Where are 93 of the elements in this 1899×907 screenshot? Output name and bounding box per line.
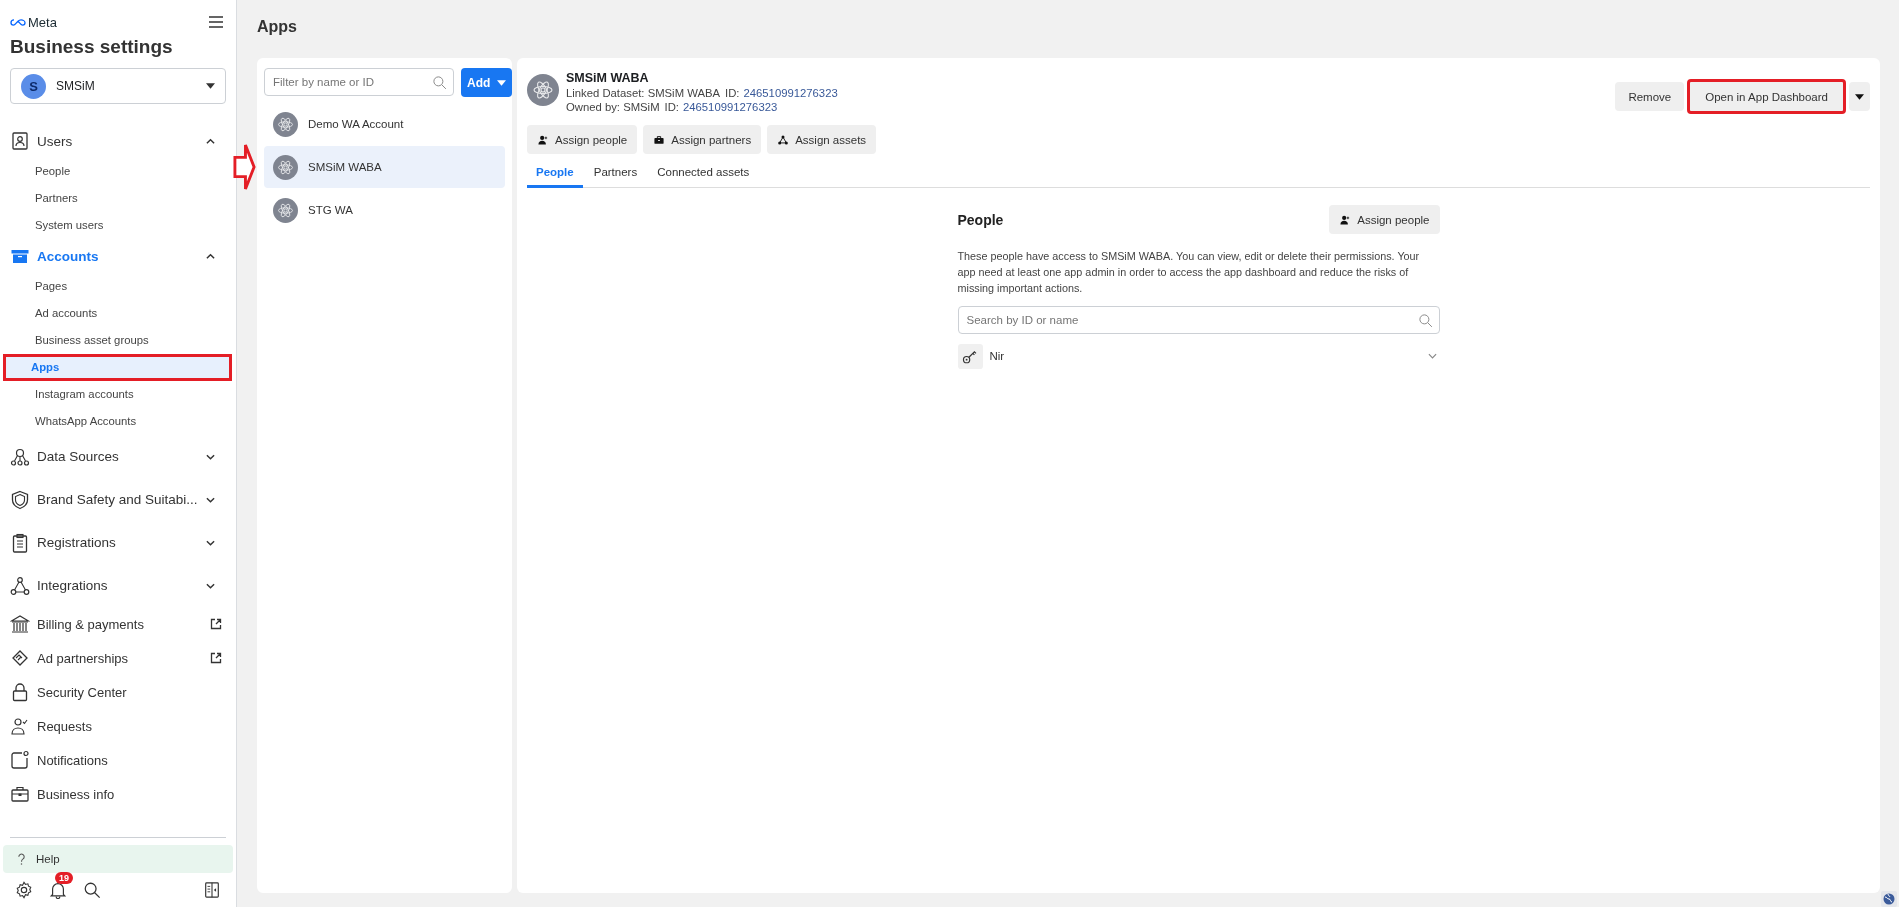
app-list-item[interactable]: STG WA [264,189,505,231]
filter-field[interactable]: Filter by name or ID [264,68,454,96]
page-title: Apps [257,18,298,37]
integrations-icon [10,575,30,596]
data-icon [10,446,30,467]
sidebar-item[interactable]: WhatsApp Accounts [7,408,229,435]
app-list-item[interactable]: Demo WA Account [264,103,505,145]
sidebar-item[interactable]: People [7,158,229,185]
open-dashboard-button[interactable]: Open in App Dashboard [1687,79,1846,114]
atom-icon [273,154,298,180]
help-button[interactable]: Help [3,845,233,873]
person-icon [1340,214,1351,225]
meta-logo[interactable]: Meta [10,14,57,30]
sidebar-item[interactable]: Apps [3,354,232,381]
assets-icon [778,134,789,145]
id-link[interactable]: 246510991276323 [743,87,838,99]
section-title: People [957,211,1004,228]
briefcase-icon [10,784,30,804]
infinity-logo-icon [10,17,26,27]
question-mark-icon [17,852,26,866]
panel-toggle-icon[interactable] [203,881,221,899]
sidebar-item[interactable]: Notifications [7,743,229,777]
sidebar-item[interactable]: Pages [7,273,229,300]
remove-button[interactable]: Remove [1615,82,1685,111]
search-icon [432,75,447,90]
caret-icon [1855,93,1864,100]
assign-people-button[interactable]: Assign people [1329,205,1440,234]
sidebar-item[interactable]: Business asset groups [7,327,229,354]
description-text: These people have access to SMSiM WABA. You can view, edit or delete their permissions. Your app need at least one app admin in order to access the app dashboard and reduce the risks of missing important actions. [957,249,1421,296]
chevron-icon [206,453,215,460]
atom-icon [527,74,559,106]
person-icon [538,134,548,145]
notifications-icon [10,750,30,770]
sidebar-item[interactable]: Billing & payments [7,607,229,641]
assign-button[interactable]: Assign partners [643,125,762,154]
clipboard-icon [10,532,30,553]
sidebar-section[interactable]: Users [7,124,229,158]
chevron-icon [206,582,215,589]
sidebar-item[interactable]: Business info [7,777,229,811]
add-button[interactable]: Add [461,68,513,97]
menu-icon[interactable] [209,16,223,28]
business-avatar: S [21,73,46,99]
sidebar-section[interactable]: Brand Safety and Suitabi... [7,478,229,521]
more-options-button[interactable] [1849,82,1870,111]
caret-icon [497,79,507,86]
lock-icon [10,682,30,702]
sidebar-item[interactable]: Ad accounts [7,300,229,327]
atom-icon [273,197,298,223]
search-icon [1417,313,1433,328]
sidebar-item[interactable]: Ad partnerships [7,641,229,675]
search-icon[interactable] [83,881,101,899]
notification-count: 19 [55,872,73,884]
chevron-icon [206,496,215,503]
page-heading: Business settings [10,36,174,58]
settings-icon[interactable] [15,881,33,899]
app-name: SMSiM WABA [566,71,650,85]
sidebar-item[interactable]: System users [7,212,229,239]
key-icon [957,343,983,369]
atom-icon [273,111,298,137]
sidebar-item[interactable]: Instagram accounts [7,381,229,408]
briefcase-icon [654,134,665,145]
tab[interactable]: People [527,162,583,188]
caret-icon [206,83,215,89]
brand-name: Meta [28,14,57,30]
id-label: ID: [664,101,679,113]
id-link[interactable]: 246510991276323 [683,101,778,113]
tab[interactable]: Connected assets [648,162,759,188]
sidebar-section[interactable]: Data Sources [7,435,229,478]
id-label: ID: [725,87,740,99]
sidebar-item[interactable]: Requests [7,709,229,743]
search-field[interactable]: Search by ID or name [957,306,1440,334]
member-row[interactable]: Nir [957,343,1440,369]
chevron-icon [206,138,215,144]
globe-icon[interactable] [1881,891,1897,907]
chevron-icon [206,253,215,259]
requests-icon [10,716,30,736]
chevron-icon [1427,353,1437,359]
notifications-icon[interactable] [49,881,67,899]
chevron-icon [206,539,215,546]
info-text: Linked Dataset: SMSiM WABA [566,87,721,99]
info-text: Owned by: SMSiM [566,101,660,113]
sidebar-item[interactable]: Security Center [7,675,229,709]
sidebar-section[interactable]: Registrations [7,521,229,564]
assign-button[interactable]: Assign assets [767,125,877,154]
users-icon [10,131,30,151]
sidebar-section[interactable]: Integrations [7,564,229,607]
bank-icon [10,614,30,634]
sidebar-section[interactable]: Accounts [7,239,229,273]
business-selector[interactable]: S SMSiM [10,68,226,104]
tab[interactable]: Partners [584,162,647,188]
shield-icon [10,489,30,510]
sidebar-item[interactable]: Partners [7,185,229,212]
assign-button[interactable]: Assign people [527,125,638,154]
